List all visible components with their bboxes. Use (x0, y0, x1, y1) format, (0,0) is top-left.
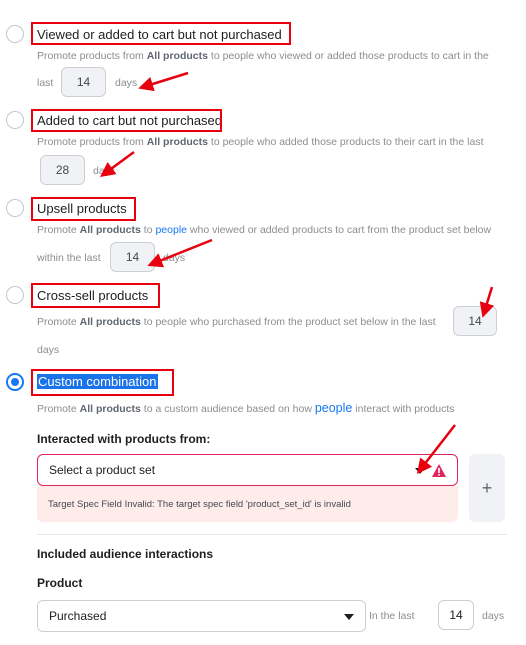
annotation-box (31, 283, 160, 308)
in-the-last-label: In the last (369, 610, 415, 622)
days-input-cross-sell[interactable]: 14 (453, 306, 497, 336)
event-select[interactable]: Purchased (37, 600, 366, 632)
error-message: Target Spec Field Invalid: The target sp… (48, 499, 351, 510)
annotation-box (31, 197, 136, 221)
days-label-prefix: last (37, 77, 54, 89)
days-label: days (115, 77, 138, 89)
days-input-upsell[interactable]: 14 (110, 242, 155, 272)
chevron-down-icon (344, 614, 354, 620)
chevron-down-icon (415, 468, 425, 474)
annotation-box (31, 22, 291, 45)
option-desc-upsell: Promote All products to people who viewe… (37, 224, 492, 236)
option-desc-viewed-or-added: Promote products from All products to pe… (37, 50, 489, 62)
days-label: days (163, 252, 186, 264)
annotation-box (31, 109, 222, 132)
warning-icon (432, 464, 446, 477)
days-label: days (93, 165, 116, 177)
included-days-label: days (482, 610, 505, 622)
radio-upsell[interactable] (6, 199, 24, 217)
radio-cross-sell[interactable] (6, 286, 24, 304)
option-desc-custom-combination: Promote All products to a custom audienc… (37, 401, 455, 415)
people-link[interactable]: people (315, 401, 353, 415)
days-input-added-to-cart[interactable]: 28 (40, 155, 85, 185)
days-label-prefix: within the last (37, 252, 101, 264)
radio-viewed-or-added[interactable] (6, 25, 24, 43)
interacted-heading: Interacted with products from: (37, 432, 211, 446)
included-days-input[interactable]: 14 (438, 600, 474, 630)
people-link[interactable]: people (155, 224, 187, 236)
product-set-placeholder: Select a product set (49, 463, 156, 477)
option-desc-cross-sell: Promote All products to people who purch… (37, 316, 436, 328)
days-input-viewed-or-added[interactable]: 14 (61, 67, 106, 97)
add-product-set-button[interactable]: + (469, 454, 505, 522)
days-label: days (37, 344, 60, 356)
option-desc-added-to-cart: Promote products from All products to pe… (37, 136, 484, 148)
error-message-box: Target Spec Field Invalid: The target sp… (37, 486, 458, 522)
annotation-box (31, 369, 174, 396)
included-heading: Included audience interactions (37, 547, 214, 561)
divider (37, 534, 507, 535)
radio-added-to-cart[interactable] (6, 111, 24, 129)
product-label: Product (37, 576, 83, 590)
radio-custom-combination[interactable] (6, 373, 24, 391)
event-select-value: Purchased (49, 609, 107, 623)
product-set-select[interactable]: Select a product set (37, 454, 458, 486)
